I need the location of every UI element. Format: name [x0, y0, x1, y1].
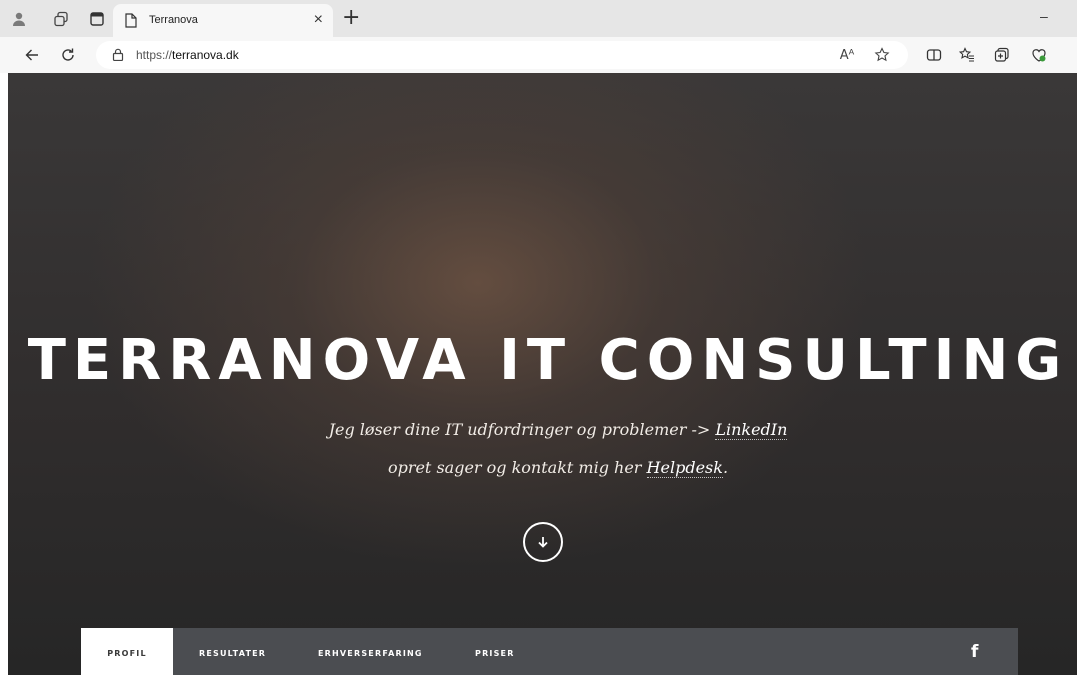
nav-item-priser[interactable]: PRISER — [475, 628, 515, 675]
tab-actions-icon[interactable] — [88, 10, 106, 28]
nav-item-profil[interactable]: PROFIL — [81, 628, 173, 675]
read-aloud-icon[interactable]: Aᴬ — [838, 46, 856, 64]
favorite-star-icon[interactable] — [873, 46, 891, 64]
hero-helpdesk-line: opret sager og kontakt mig her Helpdesk. — [8, 458, 1077, 478]
address-bar[interactable]: https://terranova.dk — [96, 41, 908, 69]
lock-icon[interactable] — [112, 48, 124, 61]
helpdesk-text: opret sager og kontakt mig her — [387, 458, 647, 477]
page-viewport: TERRANOVA IT CONSULTING Jeg løser dine I… — [8, 73, 1077, 675]
new-tab-button[interactable]: + — [342, 5, 360, 31]
back-button[interactable] — [20, 43, 44, 67]
arrow-down-icon — [538, 537, 548, 548]
helpdesk-line-end: . — [722, 458, 729, 477]
refresh-button[interactable] — [56, 43, 80, 67]
workspaces-icon[interactable] — [52, 10, 70, 28]
tagline-text: Jeg løser dine IT udfordringer og proble… — [328, 420, 716, 439]
nav-item-resultater[interactable]: RESULTATER — [199, 628, 266, 675]
profile-icon[interactable] — [10, 10, 28, 28]
hero-title: TERRANOVA IT CONSULTING — [27, 328, 1069, 393]
browser-tab-bar: Terranova × + – — [0, 0, 1077, 37]
collections-icon[interactable] — [993, 46, 1011, 64]
refresh-icon — [62, 48, 74, 61]
tab-close-button[interactable]: × — [314, 10, 323, 30]
url-text: https://terranova.dk — [136, 48, 239, 62]
back-arrow-icon — [25, 49, 38, 61]
page-icon — [125, 13, 137, 28]
browser-tab[interactable]: Terranova × — [113, 4, 333, 37]
helpdesk-link[interactable]: Helpdesk — [646, 458, 723, 478]
browser-toolbar: https://terranova.dk Aᴬ — [0, 37, 1077, 73]
scroll-down-button[interactable] — [523, 522, 563, 562]
browser-essentials-icon[interactable] — [1030, 46, 1048, 64]
split-screen-icon[interactable] — [925, 46, 943, 64]
favorites-icon[interactable] — [958, 46, 976, 64]
nav-item-erhverserfaring[interactable]: ERHVERSERFARING — [318, 628, 423, 675]
hero-tagline: Jeg løser dine IT udfordringer og proble… — [8, 420, 1077, 440]
tab-title: Terranova — [149, 14, 198, 26]
minimize-button[interactable]: – — [1040, 8, 1048, 24]
section-nav: PROFIL RESULTATER ERHVERSERFARING PRISER… — [81, 628, 1018, 675]
facebook-icon[interactable]: f — [971, 643, 983, 661]
linkedin-link[interactable]: LinkedIn — [715, 420, 788, 440]
